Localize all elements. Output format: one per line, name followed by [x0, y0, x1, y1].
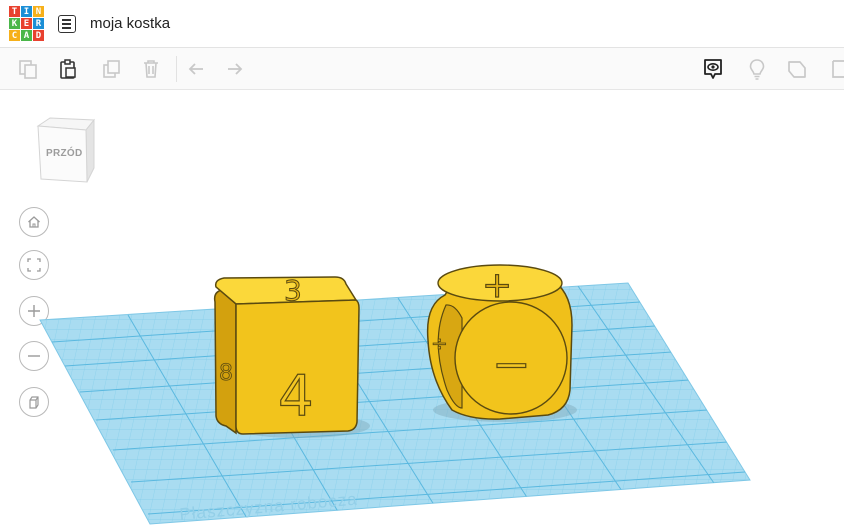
- 3d-viewport[interactable]: PRZÓD Płaszczyzna robocza 3 4 8 + − ÷: [0, 90, 844, 525]
- scene-canvas[interactable]: Płaszczyzna robocza 3 4 8 + − ÷: [0, 90, 844, 525]
- die-right-top-symbol: +: [482, 265, 512, 306]
- project-title[interactable]: moja kostka: [90, 15, 170, 32]
- edit-toolbar: [0, 48, 844, 90]
- die-right-side-symbol: ÷: [431, 331, 448, 355]
- lightbulb-icon[interactable]: [744, 56, 770, 82]
- workplane[interactable]: [0, 270, 844, 525]
- panel-icon[interactable]: [826, 56, 844, 82]
- die-right-front-symbol: −: [492, 337, 531, 391]
- show-notes-icon[interactable]: [700, 56, 726, 82]
- logo-letter: K: [9, 18, 20, 29]
- duplicate-icon[interactable]: [99, 56, 125, 82]
- copy-icon[interactable]: [15, 56, 41, 82]
- logo-letter: D: [33, 30, 44, 41]
- delete-icon[interactable]: [138, 56, 164, 82]
- tinkercad-logo[interactable]: T I N K E R C A D: [9, 6, 45, 42]
- die-left-top-number: 3: [284, 274, 302, 307]
- die-left-front-number: 4: [278, 364, 314, 429]
- paste-icon[interactable]: [55, 56, 81, 82]
- logo-letter: A: [21, 30, 32, 41]
- logo-letter: E: [21, 18, 32, 29]
- undo-icon[interactable]: [183, 56, 209, 82]
- design-list-icon[interactable]: [58, 15, 76, 33]
- logo-letter: R: [33, 18, 44, 29]
- redo-icon[interactable]: [222, 56, 248, 82]
- die-left-side-number: 8: [219, 361, 233, 386]
- logo-letter: N: [33, 6, 44, 17]
- logo-letter: C: [9, 30, 20, 41]
- top-bar: T I N K E R C A D moja kostka: [0, 0, 844, 48]
- logo-letter: T: [9, 6, 20, 17]
- toolbar-separator: [176, 56, 177, 82]
- logo-letter: I: [21, 6, 32, 17]
- shape-icon[interactable]: [784, 56, 810, 82]
